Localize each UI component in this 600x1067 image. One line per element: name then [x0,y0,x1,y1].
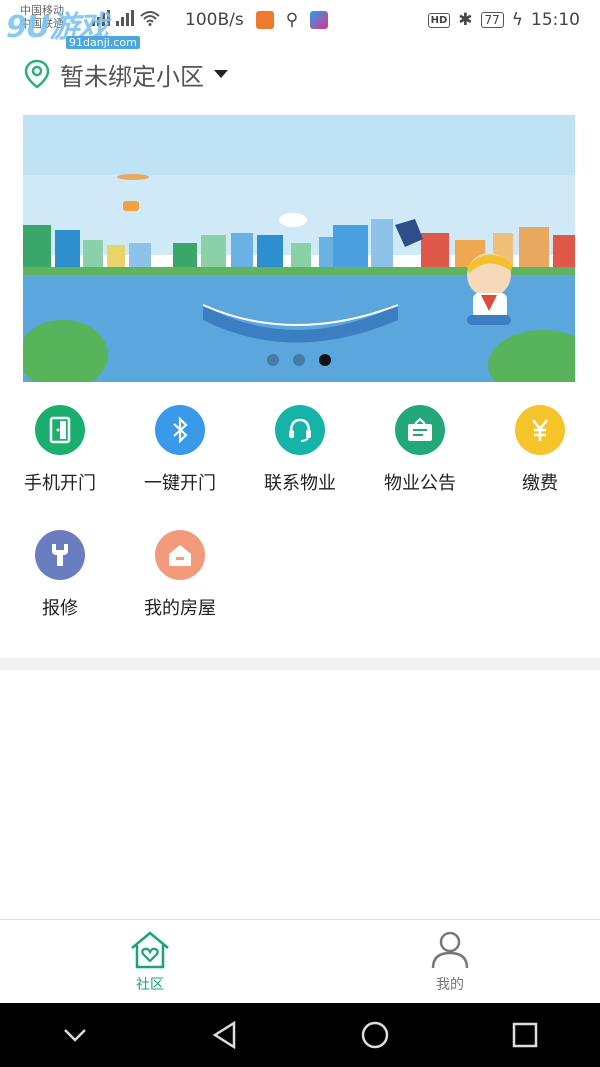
grid-item-one-key-unlock[interactable]: 一键开门 [120,405,240,530]
grid-item-contact-property[interactable]: 联系物业 [240,405,360,530]
grid-item-label: 物业公告 [384,473,456,494]
wifi-icon [140,11,160,26]
notice-board-icon [395,405,445,455]
tab-mine-label: 我的 [436,977,464,993]
charging-icon: ϟ [511,10,523,30]
grid-item-payment[interactable]: 缴费 [480,405,600,530]
community-home-icon [131,931,169,969]
carousel-indicators [23,354,575,366]
bottom-tab-bar: 社区 我的 [0,919,600,1004]
nav-home-button[interactable] [345,1005,405,1065]
recents-square-icon [512,1022,538,1048]
clock: 15:10 [531,10,580,30]
yuan-icon [515,405,565,455]
section-divider [0,658,600,670]
grid-item-label: 缴费 [522,473,558,494]
youku-icon [310,11,329,29]
community-name: 暂未绑定小区 [60,62,204,91]
network-speed: 100B/s [185,10,244,30]
watermark-logo: 9U游戏 91danji.com [0,0,140,52]
function-grid: 手机开门 一键开门 联系物业 物业公告 缴费 报修 我的房屋 [0,405,600,655]
house-icon [155,530,205,580]
tab-community[interactable]: 社区 [0,920,300,1004]
bluetooth-status-icon: ✱ [458,10,473,30]
usb-icon: ⚲ [285,10,299,30]
grid-item-label: 我的房屋 [144,598,216,619]
carousel-dot[interactable] [293,354,305,366]
headset-icon [275,405,325,455]
tab-community-label: 社区 [136,977,164,993]
battery-icon: 77 [480,12,504,28]
system-navigation-bar [0,1003,600,1067]
grid-item-repair[interactable]: 报修 [0,530,120,655]
community-selector[interactable]: 暂未绑定小区 [24,56,228,92]
nav-back-button[interactable] [195,1005,255,1065]
grid-item-label: 手机开门 [24,473,96,494]
grid-item-label: 报修 [42,598,78,619]
grid-item-my-house[interactable]: 我的房屋 [120,530,240,655]
dropdown-caret-icon [214,70,228,78]
door-icon [35,405,85,455]
banner-carousel[interactable] [23,115,575,382]
wrench-icon [35,530,85,580]
grid-item-label: 联系物业 [264,473,336,494]
tab-mine[interactable]: 我的 [300,920,600,1004]
status-middle: 100B/s ⚲ [185,10,329,30]
location-pin-icon [24,59,50,89]
back-triangle-icon [212,1021,236,1049]
carousel-dot[interactable] [267,354,279,366]
grid-item-property-notice[interactable]: 物业公告 [360,405,480,530]
carousel-dot-active[interactable] [319,354,331,366]
status-right: HD ✱ 77 ϟ 15:10 [427,10,580,30]
hd-icon: HD [427,12,451,28]
banner-illustration [23,115,575,382]
bluetooth-icon [155,405,205,455]
nav-recents-button[interactable] [495,1005,555,1065]
nav-collapse-button[interactable] [45,1005,105,1065]
grid-item-label: 一键开门 [144,473,216,494]
home-circle-icon [361,1021,389,1049]
app-notification-icon [255,11,274,29]
user-profile-icon [431,931,469,969]
grid-item-phone-unlock[interactable]: 手机开门 [0,405,120,530]
chevron-down-icon [64,1029,86,1042]
